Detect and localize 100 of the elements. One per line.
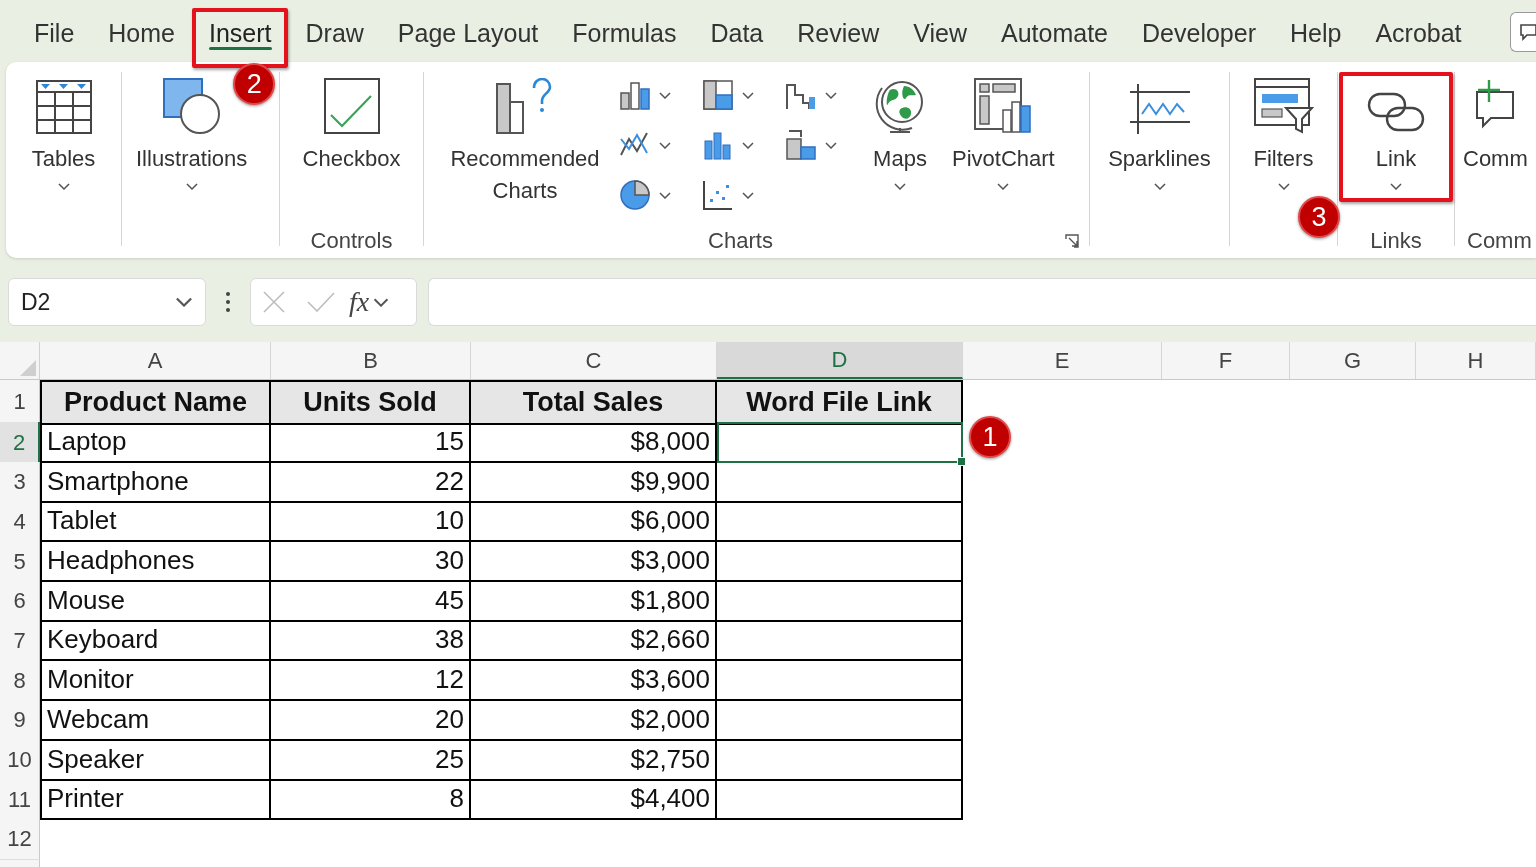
ribbon-button[interactable]: Comm bbox=[1461, 78, 1530, 175]
column-header[interactable]: E bbox=[963, 342, 1162, 379]
row-header[interactable]: 3 bbox=[0, 461, 40, 503]
table-cell[interactable] bbox=[717, 541, 963, 583]
menu-tab[interactable]: Draw bbox=[295, 14, 374, 58]
menu-tab[interactable]: Help bbox=[1279, 14, 1352, 58]
table-cell: 30 bbox=[271, 541, 471, 583]
table-cell[interactable] bbox=[717, 501, 963, 543]
column-header[interactable]: A bbox=[40, 342, 271, 379]
fill-handle[interactable] bbox=[957, 457, 966, 466]
sparkline-icon bbox=[1129, 84, 1190, 134]
table-cell: $9,900 bbox=[471, 461, 717, 503]
bar-chart-icon bbox=[619, 79, 651, 111]
column-header[interactable]: H bbox=[1416, 342, 1536, 379]
menu-tab[interactable]: Automate bbox=[991, 14, 1118, 58]
table-cell: 38 bbox=[271, 620, 471, 662]
callout-badge: 3 bbox=[1298, 196, 1340, 238]
histogram-icon bbox=[702, 129, 734, 161]
column-header[interactable]: B bbox=[271, 342, 471, 379]
scatter-chart-icon bbox=[702, 179, 734, 211]
table-cell[interactable] bbox=[717, 660, 963, 702]
menu-tab[interactable]: Acrobat bbox=[1365, 14, 1472, 58]
column-header[interactable]: D bbox=[717, 342, 963, 379]
row-header[interactable]: 10 bbox=[0, 739, 40, 781]
table-cell[interactable] bbox=[717, 699, 963, 741]
table-cell: 15 bbox=[271, 422, 471, 463]
chart-question-icon bbox=[496, 78, 554, 134]
row-header[interactable]: 6 bbox=[0, 580, 40, 622]
check-icon[interactable] bbox=[307, 292, 335, 312]
ribbon-button[interactable]: PivotChart bbox=[950, 78, 1057, 190]
table-cell[interactable] bbox=[717, 779, 963, 821]
name-box[interactable]: D2 bbox=[8, 278, 206, 326]
table-cell: Keyboard bbox=[40, 620, 271, 662]
treemap-icon bbox=[702, 79, 734, 111]
ribbon-button[interactable]: Link bbox=[1365, 78, 1427, 190]
menu-tab[interactable]: View bbox=[903, 14, 977, 58]
row-header[interactable]: 4 bbox=[0, 501, 40, 543]
group-label: Controls bbox=[310, 230, 393, 252]
ribbon-button[interactable]: Maps bbox=[870, 78, 930, 190]
row-header[interactable]: 8 bbox=[0, 660, 40, 702]
menu-tab[interactable]: Formulas bbox=[562, 14, 687, 58]
table-cell: 8 bbox=[271, 779, 471, 821]
caret-icon bbox=[742, 91, 754, 99]
caret-icon bbox=[659, 141, 671, 149]
table-cell: $4,400 bbox=[471, 779, 717, 821]
comment-button[interactable] bbox=[1510, 12, 1536, 52]
hierarchy-chart-icon bbox=[785, 129, 817, 161]
menu-tab[interactable]: Data bbox=[700, 14, 774, 58]
ribbon-button[interactable]: Checkbox bbox=[300, 78, 403, 175]
row-header[interactable]: 7 bbox=[0, 620, 40, 662]
menu-tab[interactable]: Home bbox=[98, 14, 185, 58]
pie-chart-icon bbox=[619, 179, 651, 211]
formula-input[interactable] bbox=[428, 278, 1536, 326]
table-cell: 25 bbox=[271, 739, 471, 781]
table-cell: Smartphone bbox=[40, 461, 271, 503]
table-header-cell: Word File Link bbox=[717, 380, 963, 425]
row-header[interactable]: 5 bbox=[0, 541, 40, 583]
column-header[interactable]: G bbox=[1290, 342, 1416, 379]
table-cell: 20 bbox=[271, 699, 471, 741]
table-cell[interactable] bbox=[717, 422, 963, 463]
table-cell: Webcam bbox=[40, 699, 271, 741]
table-cell: Mouse bbox=[40, 580, 271, 622]
table-cell: 10 bbox=[271, 501, 471, 543]
speech-bubble-icon bbox=[1520, 23, 1536, 41]
menu-tab[interactable]: Developer bbox=[1132, 14, 1266, 58]
ribbon-button[interactable]: Tables bbox=[29, 78, 98, 190]
menu-tab[interactable]: Page Layout bbox=[387, 14, 549, 58]
table-cell: 45 bbox=[271, 580, 471, 622]
group-label: Charts bbox=[708, 230, 773, 252]
dialog-launcher-icon[interactable] bbox=[1065, 234, 1079, 248]
table-cell[interactable] bbox=[717, 620, 963, 662]
menu-tab[interactable]: Review bbox=[787, 14, 890, 58]
caret-icon bbox=[742, 191, 754, 199]
table-grid-icon bbox=[35, 80, 92, 134]
ribbon-button[interactable]: Filters bbox=[1251, 78, 1316, 190]
row-header[interactable]: 2 bbox=[0, 422, 40, 463]
table-header-cell: Product Name bbox=[40, 380, 271, 425]
table-cell: $2,660 bbox=[471, 620, 717, 662]
row-header[interactable]: 9 bbox=[0, 699, 40, 741]
caret-icon bbox=[742, 141, 754, 149]
table-cell: 22 bbox=[271, 461, 471, 503]
table-cell: Printer bbox=[40, 779, 271, 821]
column-header[interactable]: F bbox=[1162, 342, 1290, 379]
menu-tab[interactable]: File bbox=[24, 14, 85, 58]
more-options-icon[interactable] bbox=[226, 292, 230, 312]
table-cell[interactable] bbox=[717, 580, 963, 622]
ribbon-button[interactable]: Sparklines bbox=[1106, 78, 1213, 190]
link-icon bbox=[1367, 90, 1425, 134]
menu-tab[interactable]: Insert bbox=[199, 14, 282, 58]
checkbox-icon bbox=[323, 78, 380, 134]
ribbon-button[interactable]: Recommended Charts bbox=[446, 78, 604, 207]
row-header[interactable]: 12 bbox=[0, 818, 40, 860]
table-cell[interactable] bbox=[717, 739, 963, 781]
row-header[interactable]: 1 bbox=[0, 380, 40, 425]
insert-function-button[interactable]: fx bbox=[349, 288, 390, 316]
group-label: Links bbox=[1370, 230, 1422, 252]
caret-icon bbox=[825, 141, 837, 149]
row-header[interactable]: 11 bbox=[0, 779, 40, 821]
table-cell: $2,000 bbox=[471, 699, 717, 741]
callout-badge: 1 bbox=[969, 416, 1011, 458]
